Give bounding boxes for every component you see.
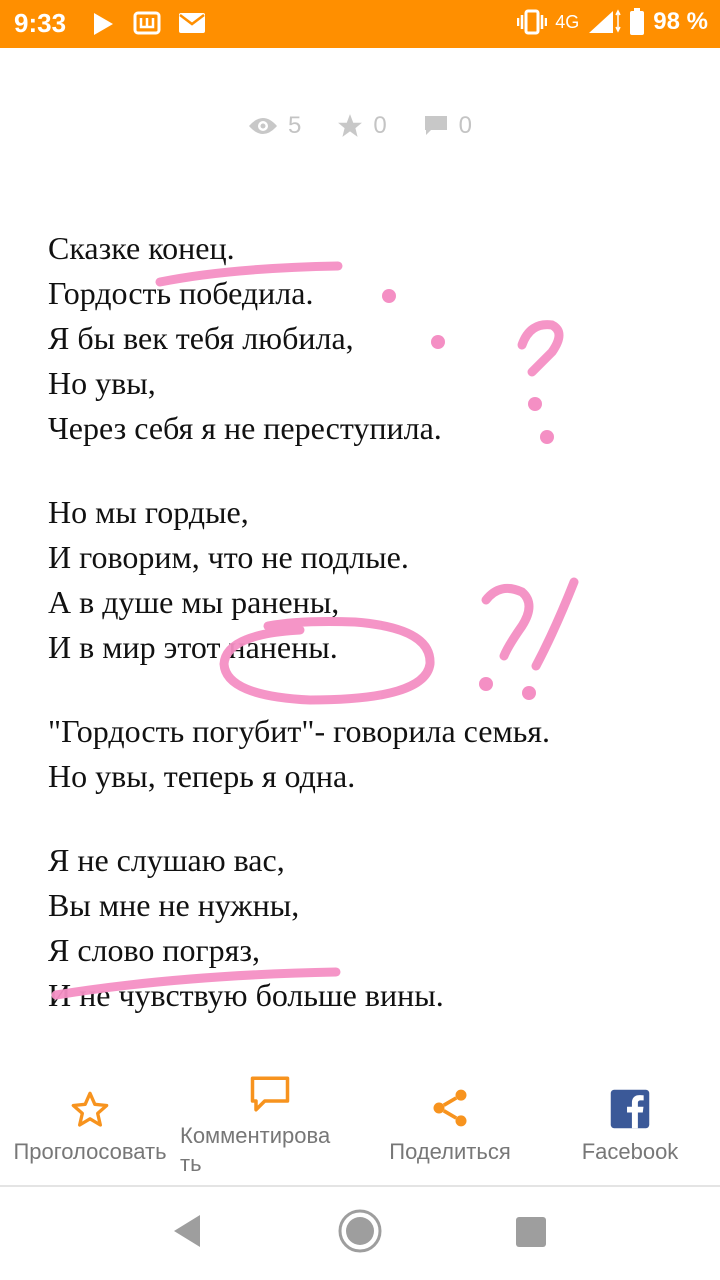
stars-stat: 0 [337, 112, 387, 140]
comments-count: 0 [458, 112, 473, 139]
views-count: 5 [287, 112, 302, 139]
poem-text: Сказке конец. Гордость победила. Я бы ве… [48, 226, 708, 1057]
stanza: Но мы гордые, И говорим, что не подлые. … [48, 490, 708, 670]
story-stats: 5 0 0 [0, 112, 720, 140]
poem-line: Гордость победила. [48, 275, 314, 311]
poem-line: Я бы век тебя любила, [48, 320, 354, 356]
star-icon [338, 114, 363, 137]
comments-stat: 0 [423, 112, 472, 140]
share-button[interactable]: Поделиться [360, 1070, 540, 1182]
vibrate-icon [517, 9, 548, 35]
share-icon [433, 1089, 467, 1127]
poem-line: Но увы, [48, 365, 156, 401]
vote-button[interactable]: Проголосовать [0, 1070, 180, 1182]
comment-bubble-icon [424, 116, 447, 135]
poem-line: Вы мне не нужны, [48, 887, 300, 923]
vote-label: Проголосовать [13, 1139, 167, 1164]
network-type: 4G [555, 11, 580, 32]
comment-label-line2: ть [180, 1151, 202, 1176]
home-icon[interactable] [336, 1207, 384, 1255]
facebook-icon [610, 1089, 650, 1129]
stars-count: 0 [373, 112, 387, 139]
poem-line: Через себя я не переступила. [48, 410, 442, 446]
recents-icon[interactable] [514, 1215, 548, 1249]
comment-button[interactable]: Комментирова ть [180, 1070, 360, 1182]
facebook-button[interactable]: Facebook [540, 1070, 720, 1182]
stanza: "Гордость погубит"- говорила семья. Но у… [48, 709, 708, 799]
share-label: Поделиться [389, 1139, 511, 1164]
story-actions: Проголосовать Комментирова ть Поделиться… [0, 1070, 720, 1182]
comment-outline-icon [250, 1076, 290, 1112]
star-outline-icon [71, 1091, 109, 1127]
comment-label-line1: Комментирова [180, 1123, 331, 1148]
poem-line: А в душе мы ранены, [48, 584, 340, 620]
battery-icon [630, 8, 645, 35]
status-time: 9:33 [14, 8, 67, 38]
signal-icon [589, 9, 621, 33]
sim-icon [133, 11, 161, 35]
stanza: Сказке конец. Гордость победила. Я бы ве… [48, 226, 708, 451]
status-bar: 9:33 4G 98 % [0, 0, 720, 48]
poem-line: "Гордость погубит"- говорила семья. [48, 713, 550, 749]
eye-icon [248, 118, 277, 134]
poem-line: И не чувствую больше вины. [48, 977, 444, 1013]
facebook-label: Facebook [581, 1139, 679, 1164]
poem-line: И в мир этот нанены. [48, 629, 338, 665]
poem-line: Но увы, теперь я одна. [48, 758, 356, 794]
views-stat: 5 [248, 112, 301, 140]
navigation-bar [0, 1187, 720, 1280]
poem-line: Я не слушаю вас, [48, 842, 285, 878]
battery-level: 98 % [653, 8, 708, 35]
mail-icon [179, 13, 205, 33]
poem-line: Я слово погряз, [48, 932, 261, 968]
poem-line: Сказке конец. [48, 230, 235, 266]
play-icon [94, 13, 113, 35]
stanza: Я не слушаю вас, Вы мне не нужны, Я слов… [48, 838, 708, 1018]
poem-line: И говорим, что не подлые. [48, 539, 409, 575]
back-icon[interactable] [170, 1207, 204, 1255]
poem-line: Но мы гордые, [48, 494, 249, 530]
